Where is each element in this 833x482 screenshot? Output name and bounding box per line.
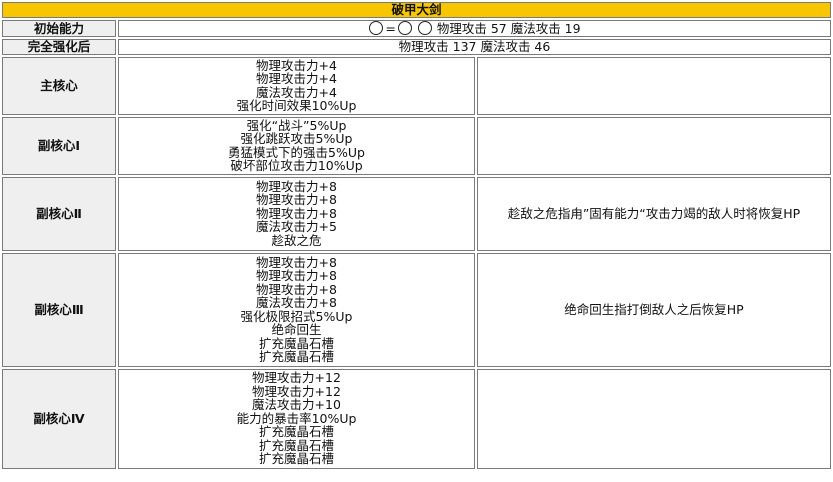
stat-line: 扩充魔晶石槽 [258,437,334,453]
stat-line: 物理攻击力+12 [252,370,341,386]
core-stats: 物理攻击力+4 物理攻击力+4 魔法攻击力+4 强化时间效果10%Up [118,56,475,115]
core-row: 副核心Ⅱ 物理攻击力+8 物理攻击力+8 物理攻击力+8 魔法攻击力+5 趁敌之… [2,176,832,251]
stat-line: 物理攻击力+8 [256,178,337,194]
enhanced-stats: 物理攻击 137 魔法攻击 46 [118,38,832,55]
stat-line: 魔法攻击力+5 [256,219,337,235]
core-label: 副核心Ⅳ [2,368,116,469]
stat-line: 强化跳跃攻击5%Up [240,131,353,146]
stat-line: 扩充魔晶石槽 [258,451,334,467]
core-label: 副核心Ⅱ [2,176,116,251]
core-note: 绝命回生指打倒敌人之后恢复HP [477,252,832,367]
core-note [477,368,832,469]
core-stats: 强化“战斗”5%Up 强化跳跃攻击5%Up 勇猛模式下的强击5%Up 破坏部位攻… [118,116,475,175]
stat-line: 强化时间效果10%Up [236,98,357,113]
stat-line: 物理攻击力+8 [256,192,337,208]
initial-stats: 物理攻击 57 魔法攻击 19 [436,21,581,36]
core-label: 主核心 [2,56,116,115]
slot-circle-icon [397,21,412,35]
stat-line: 扩充魔晶石槽 [258,424,334,440]
core-row: 副核心Ⅳ 物理攻击力+12 物理攻击力+12 魔法攻击力+10 能力的暴击率10… [2,368,832,469]
core-note: 趁敌之危指甪”固有能力“攻击力竭的敌人时将恢复HP [477,176,832,251]
weapon-title: 破甲大剑 [2,2,832,18]
enhanced-label: 完全强化后 [2,38,116,55]
slot-circle-icon [369,21,384,35]
core-label: 副核心Ⅲ [2,252,116,367]
core-row: 主核心 物理攻击力+4 物理攻击力+4 魔法攻击力+4 强化时间效果10%Up [2,56,832,115]
stat-line: 绝命回生 [271,322,322,337]
stat-line: 勇猛模式下的强击5%Up [228,144,365,160]
stat-line: 物理攻击力+8 [256,281,337,297]
weapon-table: 破甲大剑 初始能力 = 物理攻击 57 魔法攻击 19 完全强化后 物理攻击 1… [0,0,833,471]
stat-line: 物理攻击力+4 [256,71,337,86]
core-stats: 物理攻击力+12 物理攻击力+12 魔法攻击力+10 能力的暴击率10%Up 扩… [118,368,475,469]
stat-line: 魔法攻击力+10 [252,397,341,413]
initial-label: 初始能力 [2,20,116,37]
stat-line: 趁敌之危 [271,232,322,248]
core-note [477,56,832,115]
equals-sign: = [385,21,396,36]
initial-value: = 物理攻击 57 魔法攻击 19 [118,20,832,37]
core-stats: 物理攻击力+8 物理攻击力+8 物理攻击力+8 魔法攻击力+8 强化极限招式5%… [118,252,475,367]
stat-line: 能力的暴击率10%Up [236,410,357,426]
stat-line: 破坏部位攻击力10%Up [230,158,363,173]
stat-line: 强化“战斗”5%Up [246,117,347,133]
stat-line: 物理攻击力+8 [256,268,337,283]
stat-line: 物理攻击力+12 [252,383,341,399]
core-row: 副核心Ⅰ 强化“战斗”5%Up 强化跳跃攻击5%Up 勇猛模式下的强击5%Up … [2,116,832,175]
core-note [477,116,832,175]
core-label: 副核心Ⅰ [2,116,116,175]
stat-line: 扩充魔晶石槽 [258,335,334,351]
stat-line: 扩充魔晶石槽 [258,349,334,364]
stat-line: 物理攻击力+8 [256,254,337,270]
core-stats: 物理攻击力+8 物理攻击力+8 物理攻击力+8 魔法攻击力+5 趁敌之危 [118,176,475,251]
core-row: 副核心Ⅲ 物理攻击力+8 物理攻击力+8 物理攻击力+8 魔法攻击力+8 强化极… [2,252,832,367]
slot-circle-icon [417,21,432,35]
stat-line: 强化极限招式5%Up [240,308,353,324]
stat-line: 物理攻击力+8 [256,205,337,221]
stat-line: 魔法攻击力+4 [256,84,337,100]
stat-line: 物理攻击力+4 [256,57,337,73]
stat-line: 魔法攻击力+8 [256,295,337,310]
